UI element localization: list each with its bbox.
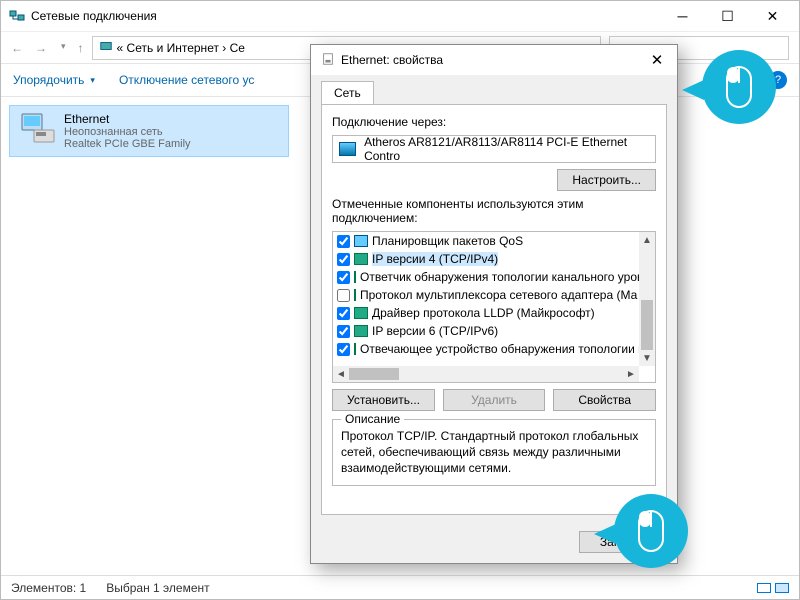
titlebar[interactable]: Сетевые подключения ─ ☐ ✕: [1, 1, 799, 31]
component-item[interactable]: IP версии 6 (TCP/IPv6): [333, 322, 639, 340]
component-checkbox[interactable]: [337, 343, 350, 356]
adapter-status: Неопознанная сеть: [64, 126, 191, 138]
back-button[interactable]: ←: [11, 41, 23, 55]
component-checkbox[interactable]: [337, 307, 350, 320]
component-label: Протокол мультиплексора сетевого адаптер…: [360, 288, 637, 302]
component-label: Планировщик пакетов QoS: [372, 234, 523, 248]
nav-arrows: ← → ▾ ↑: [11, 41, 84, 55]
protocol-icon: [354, 325, 368, 337]
component-checkbox[interactable]: [337, 289, 350, 302]
mouse-cursor-highlight: [614, 494, 688, 568]
scroll-right-icon[interactable]: ►: [623, 366, 639, 382]
protocol-icon: [354, 289, 356, 301]
mouse-cursor-highlight: [702, 50, 776, 124]
component-checkbox[interactable]: [337, 325, 350, 338]
scroll-thumb-h[interactable]: [349, 368, 399, 380]
tab-network[interactable]: Сеть: [321, 81, 374, 104]
ethernet-icon: [321, 52, 335, 69]
connect-through-label: Подключение через:: [332, 115, 656, 129]
breadcrumb: « Сеть и Интернет › Се: [117, 41, 245, 55]
selected-count: Выбран 1 элемент: [106, 581, 209, 595]
adapter-name: Ethernet: [64, 112, 191, 126]
component-item[interactable]: Отвечающее устройство обнаружения тополо…: [333, 340, 639, 358]
component-item[interactable]: Драйвер протокола LLDP (Майкрософт): [333, 304, 639, 322]
component-item[interactable]: IP версии 4 (TCP/IPv4): [333, 250, 639, 268]
network-icon: [99, 39, 113, 56]
component-checkbox[interactable]: [337, 235, 350, 248]
organize-menu[interactable]: Упорядочить▾: [13, 73, 95, 87]
component-label: IP версии 6 (TCP/IPv6): [372, 324, 498, 338]
history-dropdown[interactable]: ▾: [61, 41, 66, 55]
scroll-down-icon[interactable]: ▼: [639, 350, 655, 366]
ethernet-adapter-item[interactable]: Ethernet Неопознанная сеть Realtek PCIe …: [9, 105, 289, 157]
ethernet-adapter-icon: [20, 112, 56, 144]
tiles-view-icon[interactable]: [775, 583, 789, 593]
close-button[interactable]: ✕: [750, 2, 795, 30]
description-group: Описание Протокол TCP/IP. Стандартный пр…: [332, 419, 656, 486]
dialog-titlebar[interactable]: Ethernet: свойства ✕: [311, 45, 677, 75]
component-item[interactable]: Планировщик пакетов QoS: [333, 232, 639, 250]
component-label: Драйвер протокола LLDP (Майкрософт): [372, 306, 595, 320]
adapter-device: Realtek PCIe GBE Family: [64, 138, 191, 150]
remove-button: Удалить: [443, 389, 546, 411]
adapter-full-name: Atheros AR8121/AR8113/AR8114 PCI-E Ether…: [364, 135, 649, 163]
status-bar: Элементов: 1 Выбран 1 элемент: [1, 575, 799, 599]
protocol-icon: [354, 271, 356, 283]
details-view-icon[interactable]: [757, 583, 771, 593]
vertical-scrollbar[interactable]: ▲ ▼: [639, 232, 655, 366]
component-item[interactable]: Ответчик обнаружения топологии канальног…: [333, 268, 639, 286]
up-button[interactable]: ↑: [78, 41, 84, 55]
component-label: IP версии 4 (TCP/IPv4): [372, 252, 498, 266]
scroll-left-icon[interactable]: ◄: [333, 366, 349, 382]
network-card-icon: [339, 142, 356, 156]
scroll-thumb[interactable]: [641, 300, 653, 350]
minimize-button[interactable]: ─: [660, 2, 705, 30]
install-button[interactable]: Установить...: [332, 389, 435, 411]
protocol-icon: [354, 307, 368, 319]
component-checkbox[interactable]: [337, 253, 350, 266]
component-label: Ответчик обнаружения топологии канальног…: [360, 270, 639, 284]
components-label: Отмеченные компоненты используются этим …: [332, 197, 656, 225]
protocol-icon: [354, 343, 356, 355]
scroll-up-icon[interactable]: ▲: [639, 232, 655, 248]
component-label: Отвечающее устройство обнаружения тополо…: [360, 342, 639, 356]
horizontal-scrollbar[interactable]: ◄ ►: [333, 366, 639, 382]
description-text: Протокол TCP/IP. Стандартный протокол гл…: [341, 428, 647, 477]
description-label: Описание: [341, 412, 404, 426]
components-listbox[interactable]: Планировщик пакетов QoS IP версии 4 (TCP/…: [332, 231, 656, 383]
network-connections-icon: [9, 8, 25, 24]
component-checkbox[interactable]: [337, 271, 350, 284]
adapter-field: Atheros AR8121/AR8113/AR8114 PCI-E Ether…: [332, 135, 656, 163]
dialog-title: Ethernet: свойства: [341, 53, 443, 67]
dialog-close-button[interactable]: ✕: [643, 49, 671, 71]
properties-dialog: Ethernet: свойства ✕ Сеть Подключение че…: [310, 44, 678, 564]
maximize-button[interactable]: ☐: [705, 2, 750, 30]
service-icon: [354, 235, 368, 247]
protocol-icon: [354, 253, 368, 265]
dialog-tabs: Сеть: [321, 81, 667, 104]
disable-device-button[interactable]: Отключение сетевого ус: [119, 73, 254, 87]
window-title: Сетевые подключения: [31, 9, 660, 23]
forward-button[interactable]: →: [35, 41, 47, 55]
component-item[interactable]: Протокол мультиплексора сетевого адаптер…: [333, 286, 639, 304]
properties-button[interactable]: Свойства: [553, 389, 656, 411]
configure-button[interactable]: Настроить...: [557, 169, 656, 191]
item-count: Элементов: 1: [11, 581, 86, 595]
